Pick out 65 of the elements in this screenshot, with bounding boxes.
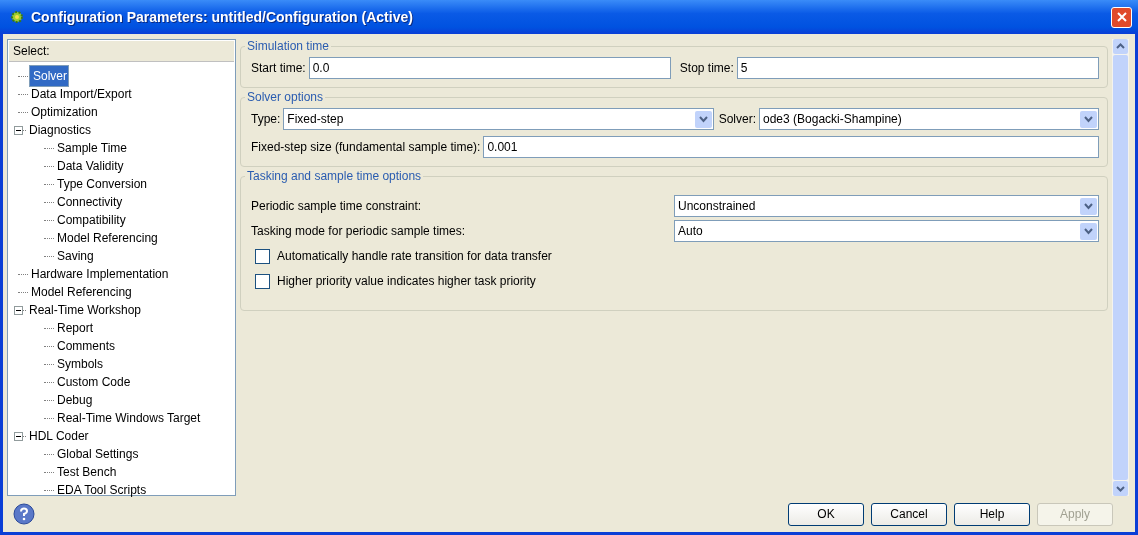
tree-item[interactable]: Connectivity	[55, 194, 125, 210]
group-title: Simulation time	[246, 39, 331, 53]
scroll-thumb[interactable]	[1113, 55, 1128, 480]
field-label: Stop time:	[679, 61, 734, 75]
field-label: Solver:	[718, 112, 756, 126]
tree-item[interactable]: EDA Tool Scripts	[55, 482, 149, 498]
tree-item[interactable]: Real-Time Windows Target	[55, 410, 203, 426]
field-label: Periodic sample time constraint:	[251, 199, 423, 213]
field-label: Fixed-step size (fundamental sample time):	[251, 140, 481, 154]
caret-icon	[1080, 222, 1097, 240]
dropdown[interactable]: Fixed-step	[283, 108, 714, 130]
field-label: Start time:	[251, 61, 306, 75]
tree-item[interactable]: Custom Code	[55, 374, 133, 390]
field-label: Tasking mode for periodic sample times:	[251, 224, 467, 238]
tree-item[interactable]: Solver	[29, 65, 69, 87]
collapse-icon[interactable]	[14, 125, 23, 135]
tree-item[interactable]: Optimization	[29, 104, 100, 120]
caret-icon	[1080, 197, 1097, 215]
close-icon	[1116, 12, 1127, 22]
dropdown[interactable]: Auto	[674, 220, 1099, 242]
checkbox-label: Higher priority value indicates higher task priority	[277, 274, 536, 288]
group-title: Tasking and sample time options	[246, 169, 423, 183]
tree-item[interactable]: Debug	[55, 392, 95, 408]
tree-item[interactable]: Comments	[55, 338, 117, 354]
caret-icon	[1080, 110, 1097, 128]
dialog-button[interactable]: OK	[788, 502, 864, 526]
tree-item[interactable]: Model Referencing	[29, 284, 134, 300]
tree-item[interactable]: Type Conversion	[55, 176, 150, 192]
tree-item[interactable]: Model Referencing	[55, 230, 160, 246]
tree-item[interactable]: Data Import/Export	[29, 86, 134, 102]
input-field[interactable]: 0.001	[483, 136, 1099, 158]
checkbox[interactable]	[255, 248, 270, 264]
tree-item[interactable]: Test Bench	[55, 464, 119, 480]
group-title: Solver options	[246, 90, 325, 104]
tree-header: Select:	[9, 41, 234, 62]
dialog-button[interactable]: Help	[954, 502, 1030, 526]
help-icon[interactable]	[13, 503, 35, 525]
caret-icon	[694, 110, 712, 128]
collapse-icon[interactable]	[14, 431, 23, 441]
tree-item[interactable]: Compatibility	[55, 212, 128, 228]
tree-item[interactable]: Hardware Implementation	[29, 266, 171, 282]
window-title: Configuration Parameters: untitled/Configuration (Active)	[31, 9, 414, 25]
collapse-icon[interactable]	[14, 305, 23, 315]
gear-icon	[8, 8, 26, 26]
dialog-button[interactable]: Cancel	[871, 502, 947, 526]
tree-item[interactable]: Report	[55, 320, 96, 336]
scroll-down-icon[interactable]	[1113, 481, 1128, 496]
close-button[interactable]	[1111, 6, 1132, 28]
field-label: Type:	[251, 112, 281, 126]
scroll-up-icon[interactable]	[1113, 39, 1128, 54]
scrollbar[interactable]	[1112, 39, 1129, 496]
tree-item[interactable]: Real-Time Workshop	[27, 302, 144, 318]
tree-item[interactable]: Diagnostics	[27, 122, 94, 138]
input-field[interactable]: 0.0	[308, 57, 671, 79]
dropdown[interactable]: ode3 (Bogacki-Shampine)	[759, 108, 1099, 130]
tree-item[interactable]: Data Validity	[55, 158, 126, 174]
checkbox[interactable]	[255, 273, 270, 289]
tree-item[interactable]: Saving	[55, 248, 96, 264]
checkbox-label: Automatically handle rate transition for data transfer	[277, 249, 552, 263]
tree-item[interactable]: Symbols	[55, 356, 105, 372]
dropdown[interactable]: Unconstrained	[674, 195, 1099, 217]
tree-item[interactable]: HDL Coder	[27, 428, 91, 444]
tree-item[interactable]: Sample Time	[55, 140, 130, 156]
tree-item[interactable]: Global Settings	[55, 446, 141, 462]
input-field[interactable]: 5	[736, 57, 1099, 79]
